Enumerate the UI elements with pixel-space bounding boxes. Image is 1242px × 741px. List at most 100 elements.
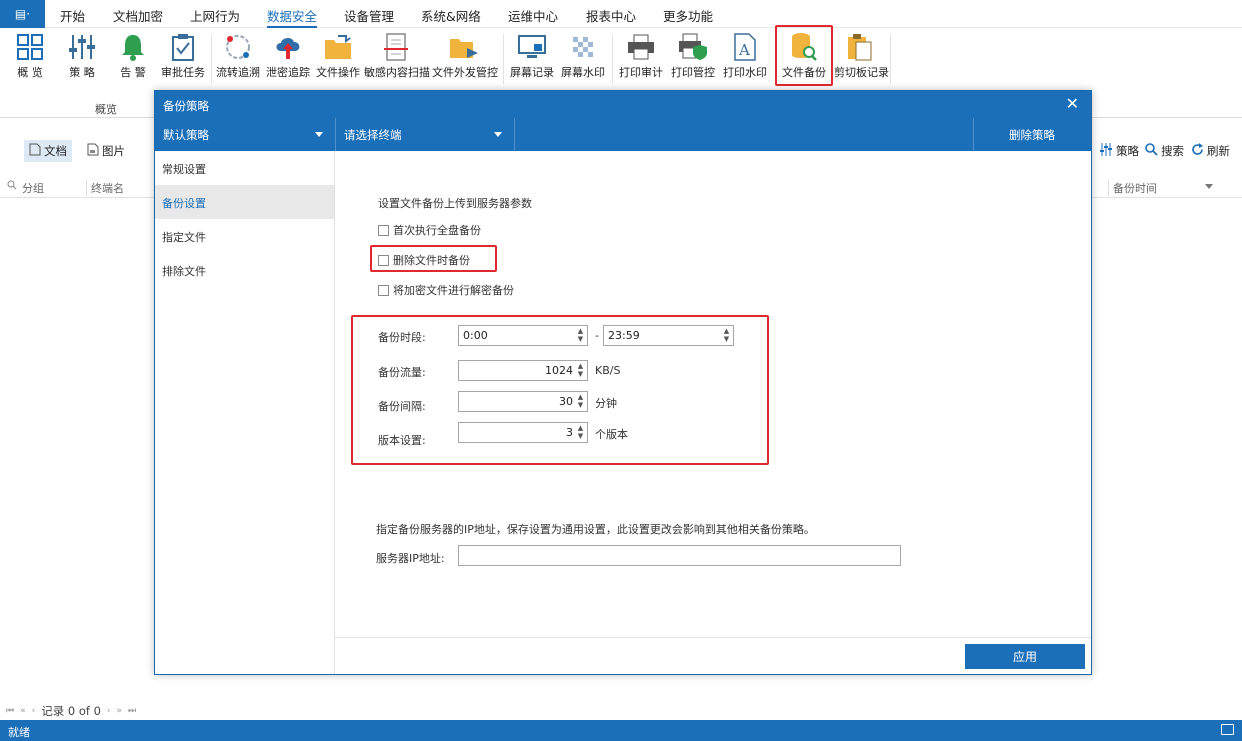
full-disk-backup-checkbox[interactable]: 首次执行全盘备份 xyxy=(378,222,481,238)
search-icon xyxy=(7,180,17,193)
refresh-button[interactable]: 刷新 xyxy=(1186,140,1235,162)
app-menu-button[interactable]: ▤· xyxy=(0,0,45,28)
terminal-select[interactable]: 请选择终端 xyxy=(336,118,514,151)
ribbon-label: 打印管控 xyxy=(671,66,715,79)
ribbon-label: 概 览 xyxy=(17,66,43,79)
menu-ops-center[interactable]: 运维中心 xyxy=(508,6,558,25)
nav-specified-files[interactable]: 指定文件 xyxy=(155,219,334,253)
version-unit: 个版本 xyxy=(595,428,628,441)
ribbon-file-backup-button[interactable]: 文件备份 xyxy=(775,25,833,86)
ribbon-policy-button[interactable]: 策 略 xyxy=(62,31,102,89)
close-icon[interactable]: ✕ xyxy=(1066,94,1079,113)
ribbon-label: 审批任务 xyxy=(161,66,205,79)
checkbox-label: 删除文件时备份 xyxy=(393,254,470,267)
ribbon-trace-button[interactable]: 流转追溯 xyxy=(215,31,261,89)
checkbox-box[interactable] xyxy=(378,284,389,296)
pager: ⏮ « ‹ 记录 0 of 0 › » ⏭ xyxy=(6,703,136,719)
spin-arrows-icon[interactable]: ▲ ▼ xyxy=(576,327,585,344)
document-scan-icon xyxy=(364,31,428,63)
ribbon-label: 打印审计 xyxy=(619,66,663,79)
ribbon-clipboard-record-button[interactable]: 剪切板记录 xyxy=(834,31,889,89)
ribbon-print-watermark-button[interactable]: A 打印水印 xyxy=(722,31,768,89)
last-page-icon[interactable]: ⏭ xyxy=(128,706,136,716)
column-backup-time[interactable]: 备份时间 xyxy=(1108,180,1220,196)
period-dash: - xyxy=(595,329,599,342)
menu-doc-encrypt[interactable]: 文档加密 xyxy=(113,6,163,25)
ribbon-alert-button[interactable]: 告 警 xyxy=(113,31,153,89)
ribbon-label: 屏幕记录 xyxy=(510,66,554,79)
policy-select[interactable]: 默认策略 xyxy=(155,118,335,151)
rate-input[interactable]: 1024 ▲ ▼ xyxy=(458,360,588,381)
overview-grid-icon xyxy=(10,31,50,63)
policy-button[interactable]: 策略 xyxy=(1094,140,1144,162)
ribbon-approval-button[interactable]: 审批任务 xyxy=(160,31,206,89)
nav-excluded-files[interactable]: 排除文件 xyxy=(155,253,334,287)
nav-general-settings[interactable]: 常规设置 xyxy=(155,151,334,185)
menu-start[interactable]: 开始 xyxy=(60,6,85,25)
next-page-icon[interactable]: › xyxy=(107,706,111,716)
document-a-icon: A xyxy=(722,31,768,63)
backup-policy-dialog: 备份策略 ✕ 默认策略 请选择终端 删除策略 常规设置 备份设置 指定文件 排除… xyxy=(154,90,1092,675)
menu-device-mgmt[interactable]: 设备管理 xyxy=(344,6,394,25)
ribbon-file-ops-button[interactable]: 文件操作 xyxy=(316,31,360,89)
ribbon-print-control-button[interactable]: 打印管控 xyxy=(670,31,716,89)
prev-page-icon[interactable]: ‹ xyxy=(32,706,36,716)
ribbon-leak-track-button[interactable]: 泄密追踪 xyxy=(265,31,311,89)
column-group[interactable]: 分组 xyxy=(22,180,44,196)
printer-icon xyxy=(618,31,664,63)
search-button[interactable]: 搜索 xyxy=(1140,140,1189,162)
decrypt-backup-checkbox[interactable]: 将加密文件进行解密备份 xyxy=(378,282,514,298)
column-terminal[interactable]: 终端名 xyxy=(86,180,124,196)
menu-report-center[interactable]: 报表中心 xyxy=(586,6,636,25)
ribbon-screen-record-button[interactable]: 屏幕记录 xyxy=(509,31,555,89)
doc-tab-button[interactable]: 文档 xyxy=(24,140,72,162)
server-ip-input[interactable] xyxy=(458,545,901,566)
ribbon-label: 策 略 xyxy=(69,66,95,79)
version-value: 3 xyxy=(566,426,573,439)
first-page-icon[interactable]: ⏮ xyxy=(6,706,14,716)
checkbox-label: 首次执行全盘备份 xyxy=(393,224,481,237)
nav-backup-settings[interactable]: 备份设置 xyxy=(155,185,334,219)
spin-arrows-icon[interactable]: ▲ ▼ xyxy=(722,327,731,344)
delete-policy-button[interactable]: 删除策略 xyxy=(973,118,1091,151)
menu-web-behavior[interactable]: 上网行为 xyxy=(190,6,240,25)
version-input[interactable]: 3 ▲ ▼ xyxy=(458,422,588,443)
printer-shield-icon xyxy=(670,31,716,63)
status-bar: 就绪 xyxy=(0,720,1242,741)
divider xyxy=(514,118,515,151)
spin-arrows-icon[interactable]: ▲ ▼ xyxy=(576,393,585,410)
spin-arrows-icon[interactable]: ▲ ▼ xyxy=(576,424,585,441)
period-start-input[interactable]: 0:00 ▲ ▼ xyxy=(458,325,588,346)
next-fast-icon[interactable]: » xyxy=(117,706,123,716)
checkbox-label: 将加密文件进行解密备份 xyxy=(393,284,514,297)
ribbon-separator xyxy=(890,34,891,84)
period-label: 备份时段: xyxy=(378,331,426,344)
ribbon-screen-watermark-button[interactable]: 屏幕水印 xyxy=(560,31,606,89)
prev-fast-icon[interactable]: « xyxy=(20,706,26,716)
ribbon-overview-button[interactable]: 概 览 xyxy=(10,31,50,89)
menu-system-network[interactable]: 系统&网络 xyxy=(421,6,481,25)
folder-icon xyxy=(316,31,360,63)
checkbox-box[interactable] xyxy=(378,254,389,266)
chevron-down-icon[interactable] xyxy=(1205,184,1213,189)
image-tab-button[interactable]: 图片 xyxy=(82,140,130,162)
spin-arrows-icon[interactable]: ▲ ▼ xyxy=(576,362,585,379)
backup-on-delete-checkbox[interactable]: 删除文件时备份 xyxy=(378,252,470,268)
menu-data-security[interactable]: 数据安全 xyxy=(267,6,318,28)
menu-more[interactable]: 更多功能 xyxy=(663,6,713,25)
interval-value: 30 xyxy=(559,395,573,408)
apply-button[interactable]: 应用 xyxy=(965,644,1085,669)
dialog-title: 备份策略 xyxy=(163,99,209,113)
ribbon-outbound-control-button[interactable]: 文件外发管控 xyxy=(432,31,498,89)
refresh-label: 刷新 xyxy=(1207,144,1230,158)
ribbon-label: 剪切板记录 xyxy=(834,66,889,79)
policy-label: 策略 xyxy=(1116,144,1139,158)
chevron-down-icon xyxy=(494,132,502,137)
dialog-footer-divider xyxy=(335,637,1091,638)
ribbon-print-audit-button[interactable]: 打印审计 xyxy=(618,31,664,89)
checkbox-box[interactable] xyxy=(378,224,389,236)
record-count: 记录 0 of 0 xyxy=(41,704,101,718)
interval-input[interactable]: 30 ▲ ▼ xyxy=(458,391,588,412)
period-end-input[interactable]: 23:59 ▲ ▼ xyxy=(603,325,734,346)
ribbon-sensitive-scan-button[interactable]: 敏感内容扫描 xyxy=(364,31,430,89)
